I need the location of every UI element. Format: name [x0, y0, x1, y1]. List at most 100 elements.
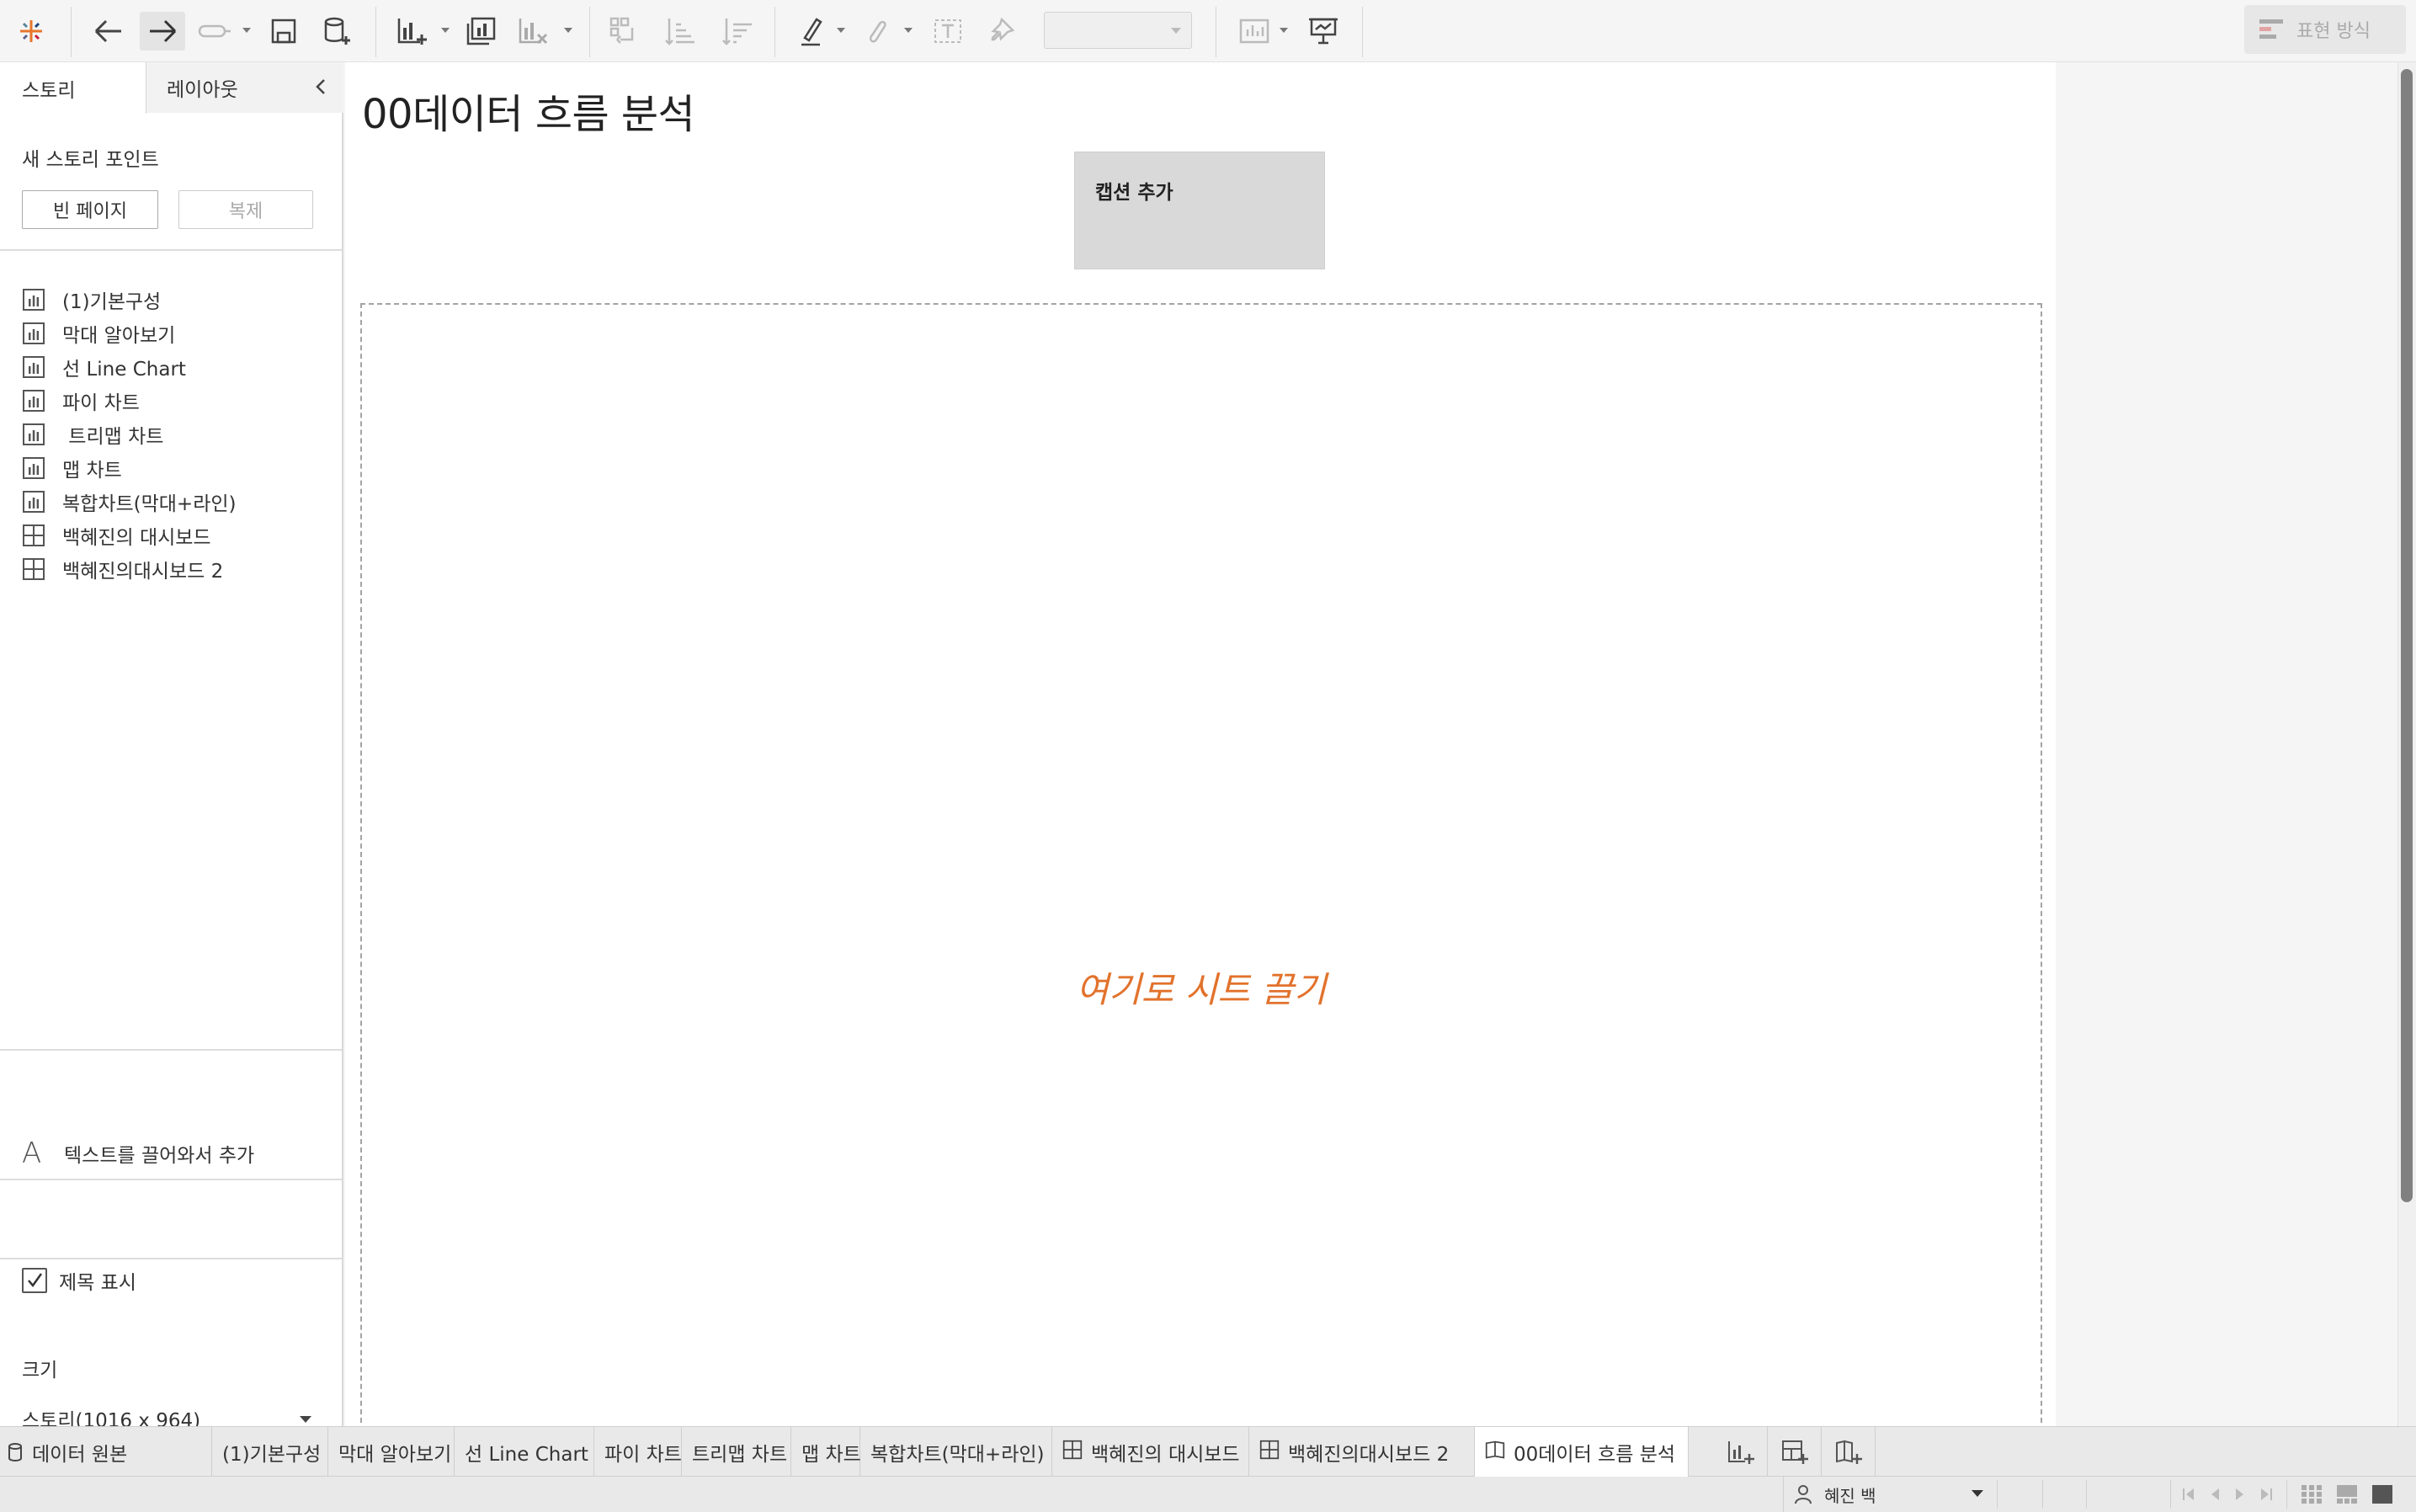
sheet-list-item[interactable]: 백혜진의대시보드 2 — [22, 552, 333, 586]
duplicate-button[interactable]: 복제 — [178, 190, 313, 229]
tab-layout-label: 레이아웃 — [167, 79, 238, 101]
presentation-icon[interactable] — [1303, 12, 1344, 51]
sheet-tab[interactable]: 복합차트(막대+라인) — [860, 1427, 1052, 1477]
show-me-icon — [2259, 19, 2283, 39]
sheet-tab[interactable]: 트리맵 차트 — [682, 1427, 791, 1477]
sheet-tab[interactable]: 백혜진의대시보드 2 — [1249, 1427, 1475, 1477]
size-label: 크기 — [22, 1360, 58, 1382]
sheet-list-item-label: (1)기본구성 — [62, 291, 162, 313]
sheet-tab[interactable]: (1)기본구성 — [212, 1427, 328, 1477]
last-page-icon[interactable] — [2259, 1487, 2273, 1502]
sheet-tab[interactable]: 파이 차트 — [594, 1427, 682, 1477]
sheet-tab[interactable]: 선 Line Chart — [455, 1427, 594, 1477]
tab-view-icon[interactable] — [2372, 1485, 2392, 1504]
dashboard-icon — [1062, 1440, 1083, 1465]
redo-icon[interactable] — [194, 12, 236, 51]
sheet-list-item-label: 선 Line Chart — [62, 359, 186, 381]
sheet-list: (1)기본구성막대 알아보기선 Line Chart 파이 차트 트리맵 차트맵 … — [22, 283, 333, 586]
next-page-icon[interactable] — [2234, 1487, 2246, 1502]
vertical-scrollbar[interactable] — [2397, 62, 2416, 1426]
forward-icon[interactable] — [140, 12, 185, 51]
scrollbar-thumb[interactable] — [2401, 69, 2413, 1202]
dashboard-icon — [1259, 1440, 1280, 1465]
blank-page-button[interactable]: 빈 페이지 — [22, 190, 158, 229]
status-bar: 혜진 백 — [0, 1477, 2416, 1512]
sheet-list-item[interactable]: 맵 차트 — [22, 451, 333, 485]
sheet-list-item[interactable]: 트리맵 차트 — [22, 418, 333, 451]
show-cards-icon[interactable] — [1234, 12, 1275, 51]
new-worksheet-icon — [1727, 1440, 1754, 1464]
worksheet-icon — [22, 389, 45, 413]
caption-box[interactable]: 캡션 추가 — [1074, 152, 1325, 269]
new-worksheet-icon[interactable] — [392, 12, 433, 51]
back-icon[interactable] — [88, 12, 130, 51]
new-worksheet-tab-button[interactable] — [1714, 1427, 1768, 1477]
tab-story[interactable]: 스토리 — [0, 62, 146, 114]
sheet-list-item[interactable]: 복합차트(막대+라인) — [22, 485, 333, 519]
prev-page-icon[interactable] — [2209, 1487, 2221, 1502]
sheet-list-item[interactable]: 선 Line Chart — [22, 350, 333, 384]
sheet-tab-label: 선 Line Chart — [465, 1443, 588, 1466]
sheet-tab-label: 맵 차트 — [801, 1443, 861, 1466]
duplicate-sheet-icon[interactable] — [461, 12, 502, 51]
sheet-tab[interactable]: 00데이터 흐름 분석 — [1475, 1427, 1689, 1477]
new-dashboard-icon — [1781, 1440, 1808, 1464]
worksheet-icon — [22, 322, 45, 345]
worksheet-icon — [22, 288, 45, 311]
new-story-icon — [1835, 1440, 1862, 1464]
sheet-tab-bar: 데이터 원본 (1)기본구성 막대 알아보기 선 Line Chart 파이 차트 트리… — [0, 1426, 2416, 1477]
sheet-tab-label: 백혜진의대시보드 2 — [1288, 1443, 1450, 1466]
new-dashboard-tab-button[interactable] — [1768, 1427, 1822, 1477]
swap-icon[interactable] — [604, 12, 645, 51]
pin-icon[interactable] — [983, 12, 1019, 51]
sheet-list-item-label: 맵 차트 — [62, 460, 122, 482]
user-icon — [1795, 1485, 1812, 1504]
tableau-logo-icon[interactable] — [13, 12, 49, 51]
sheet-list-item[interactable]: 파이 차트 — [22, 384, 333, 418]
sheet-list-item[interactable]: 백혜진의 대시보드 — [22, 519, 333, 552]
tab-data-source[interactable]: 데이터 원본 — [0, 1427, 212, 1477]
sheet-list-item-label: 백혜진의 대시보드 — [62, 527, 211, 549]
drag-text-object[interactable]: A 텍스트를 끌어와서 추가 — [22, 1137, 254, 1170]
new-story-point-label: 새 스토리 포인트 — [22, 149, 159, 171]
story-canvas: 00데이터 흐름 분석 캡션 추가 여기로 시트 끌기 — [345, 62, 2056, 1431]
dashboard-icon — [22, 524, 45, 547]
sheet-tab-label: (1)기본구성 — [222, 1443, 322, 1466]
label-icon[interactable] — [929, 12, 966, 51]
new-story-tab-button[interactable] — [1822, 1427, 1876, 1477]
sheet-list-item[interactable]: 막대 알아보기 — [22, 317, 333, 350]
sheet-tab-label: 막대 알아보기 — [338, 1443, 452, 1466]
sheet-list-item[interactable]: (1)기본구성 — [22, 283, 333, 317]
drag-text-label: 텍스트를 끌어와서 추가 — [64, 1145, 255, 1167]
show-title-checkbox[interactable] — [22, 1268, 47, 1293]
collapse-pane-icon[interactable] — [310, 76, 332, 98]
save-icon[interactable] — [266, 12, 301, 51]
new-datasource-icon[interactable] — [318, 12, 357, 51]
story-title[interactable]: 00데이터 흐름 분석 — [362, 81, 695, 140]
sheet-tab[interactable]: 맵 차트 — [791, 1427, 861, 1477]
sheet-tab[interactable]: 막대 알아보기 — [328, 1427, 455, 1477]
sort-ascending-icon[interactable] — [660, 12, 700, 51]
canvas-margin — [2056, 62, 2397, 1426]
fit-dropdown[interactable] — [1044, 12, 1192, 49]
show-title-label: 제목 표시 — [59, 1272, 136, 1294]
sheet-tab-label: 트리맵 차트 — [692, 1443, 788, 1466]
story-icon — [1485, 1440, 1505, 1465]
tab-data-source-label: 데이터 원본 — [32, 1443, 128, 1466]
group-icon[interactable] — [860, 12, 894, 51]
datasource-icon — [8, 1442, 22, 1461]
sheet-tab-label: 00데이터 흐름 분석 — [1514, 1443, 1676, 1466]
sheet-list-item-label: 파이 차트 — [62, 392, 140, 414]
sheet-drop-zone[interactable]: 여기로 시트 끌기 — [360, 303, 2042, 1431]
sheet-tab[interactable]: 백혜진의 대시보드 — [1052, 1427, 1249, 1477]
filmstrip-view-icon[interactable] — [2337, 1485, 2357, 1504]
highlight-icon[interactable] — [795, 12, 828, 51]
grid-view-icon[interactable] — [2302, 1485, 2322, 1504]
show-me-button[interactable]: 표현 방식 — [2244, 5, 2406, 54]
sheet-list-item-label: 복합차트(막대+라인) — [62, 493, 237, 515]
clear-sheet-icon[interactable] — [514, 12, 554, 51]
sort-descending-icon[interactable] — [717, 12, 758, 51]
first-page-icon[interactable] — [2182, 1487, 2195, 1502]
worksheet-icon — [22, 490, 45, 514]
user-menu[interactable]: 혜진 백 — [1783, 1477, 1997, 1512]
